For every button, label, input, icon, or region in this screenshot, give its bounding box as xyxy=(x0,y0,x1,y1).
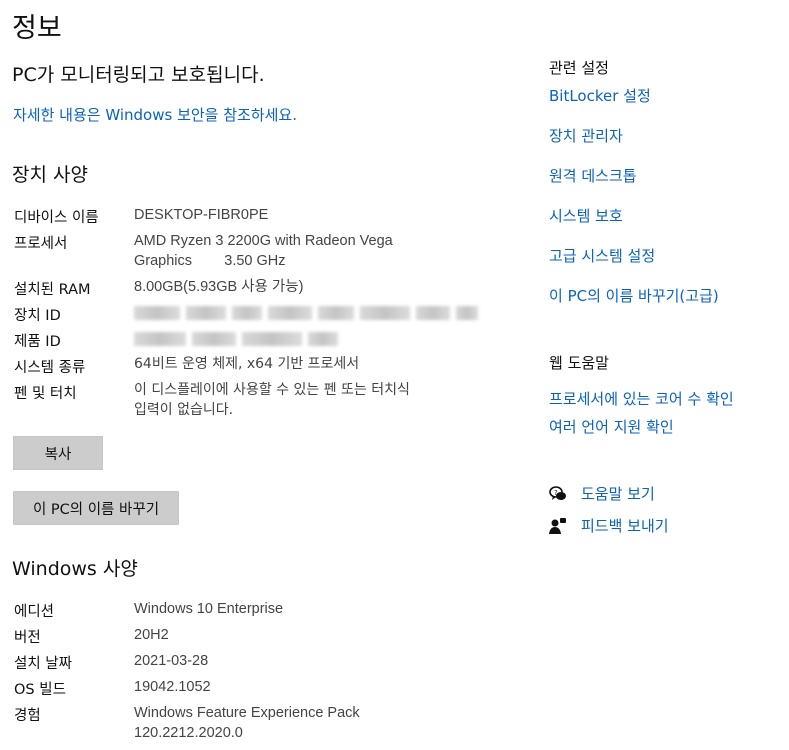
system-protection-link[interactable]: 시스템 보호 xyxy=(549,205,623,226)
processor-value-line2: Graphics 3.50 GHz xyxy=(134,253,286,269)
send-feedback-label: 피드백 보내기 xyxy=(581,517,669,535)
version-value: 20H2 xyxy=(134,627,169,643)
pen-touch-value-line1: 이 디스플레이에 사용할 수 있는 펜 또는 터치식 xyxy=(134,382,410,398)
device-manager-link[interactable]: 장치 관리자 xyxy=(549,125,623,146)
experience-label: 경험 xyxy=(14,708,41,724)
experience-value-line1: Windows Feature Experience Pack xyxy=(134,705,360,721)
product-id-label: 제품 ID xyxy=(14,334,61,350)
device-id-redacted xyxy=(134,306,478,320)
get-help-label: 도움말 보기 xyxy=(581,485,655,503)
language-support-link[interactable]: 여러 언어 지원 확인 xyxy=(549,416,674,437)
install-date-label: 설치 날짜 xyxy=(14,656,72,672)
product-id-redacted xyxy=(134,332,338,346)
remote-desktop-link[interactable]: 원격 데스크톱 xyxy=(549,165,637,186)
feedback-person-icon xyxy=(549,517,567,535)
device-name-label: 디바이스 이름 xyxy=(14,210,99,226)
protection-status: PC가 모니터링되고 보호됩니다. xyxy=(12,64,265,86)
system-type-label: 시스템 종류 xyxy=(14,360,86,376)
page-title: 정보 xyxy=(12,13,62,44)
windows-specs-title: Windows 사양 xyxy=(12,558,138,580)
edition-label: 에디션 xyxy=(14,604,55,620)
ram-value: 8.00GB(5.93GB 사용 가능) xyxy=(134,279,304,295)
pen-touch-value-line2: 입력이 없습니다. xyxy=(134,402,234,418)
get-help-link[interactable]: ? 도움말 보기 xyxy=(549,483,655,504)
os-build-label: OS 빌드 xyxy=(14,682,66,698)
svg-text:?: ? xyxy=(554,489,558,497)
device-specs-title: 장치 사양 xyxy=(12,164,88,186)
processor-label: 프로세서 xyxy=(14,236,68,252)
install-date-value: 2021-03-28 xyxy=(134,653,209,669)
system-type-value: 64비트 운영 체제, x64 기반 프로세서 xyxy=(134,356,360,372)
pen-touch-label: 펜 및 터치 xyxy=(14,386,77,402)
rename-pc-advanced-link[interactable]: 이 PC의 이름 바꾸기(고급) xyxy=(549,285,719,306)
device-name-value: DESKTOP-FIBR0PE xyxy=(134,207,269,223)
device-id-label: 장치 ID xyxy=(14,308,61,324)
ram-label: 설치된 RAM xyxy=(14,282,91,298)
processor-cores-link[interactable]: 프로세서에 있는 코어 수 확인 xyxy=(549,388,734,409)
related-settings-heading: 관련 설정 xyxy=(549,59,609,77)
web-help-heading: 웹 도움말 xyxy=(549,354,609,372)
rename-pc-button[interactable]: 이 PC의 이름 바꾸기 xyxy=(13,491,179,525)
windows-security-link[interactable]: 자세한 내용은 Windows 보안을 참조하세요. xyxy=(13,104,297,125)
advanced-system-settings-link[interactable]: 고급 시스템 설정 xyxy=(549,245,655,266)
help-chat-icon: ? xyxy=(549,485,567,503)
bitlocker-settings-link[interactable]: BitLocker 설정 xyxy=(549,85,651,106)
processor-value-line1: AMD Ryzen 3 2200G with Radeon Vega xyxy=(134,233,393,249)
version-label: 버전 xyxy=(14,630,41,646)
edition-value: Windows 10 Enterprise xyxy=(134,601,284,617)
copy-button[interactable]: 복사 xyxy=(13,436,103,470)
experience-value-line2: 120.2212.2020.0 xyxy=(134,725,243,741)
send-feedback-link[interactable]: 피드백 보내기 xyxy=(549,515,669,536)
os-build-value: 19042.1052 xyxy=(134,679,211,695)
